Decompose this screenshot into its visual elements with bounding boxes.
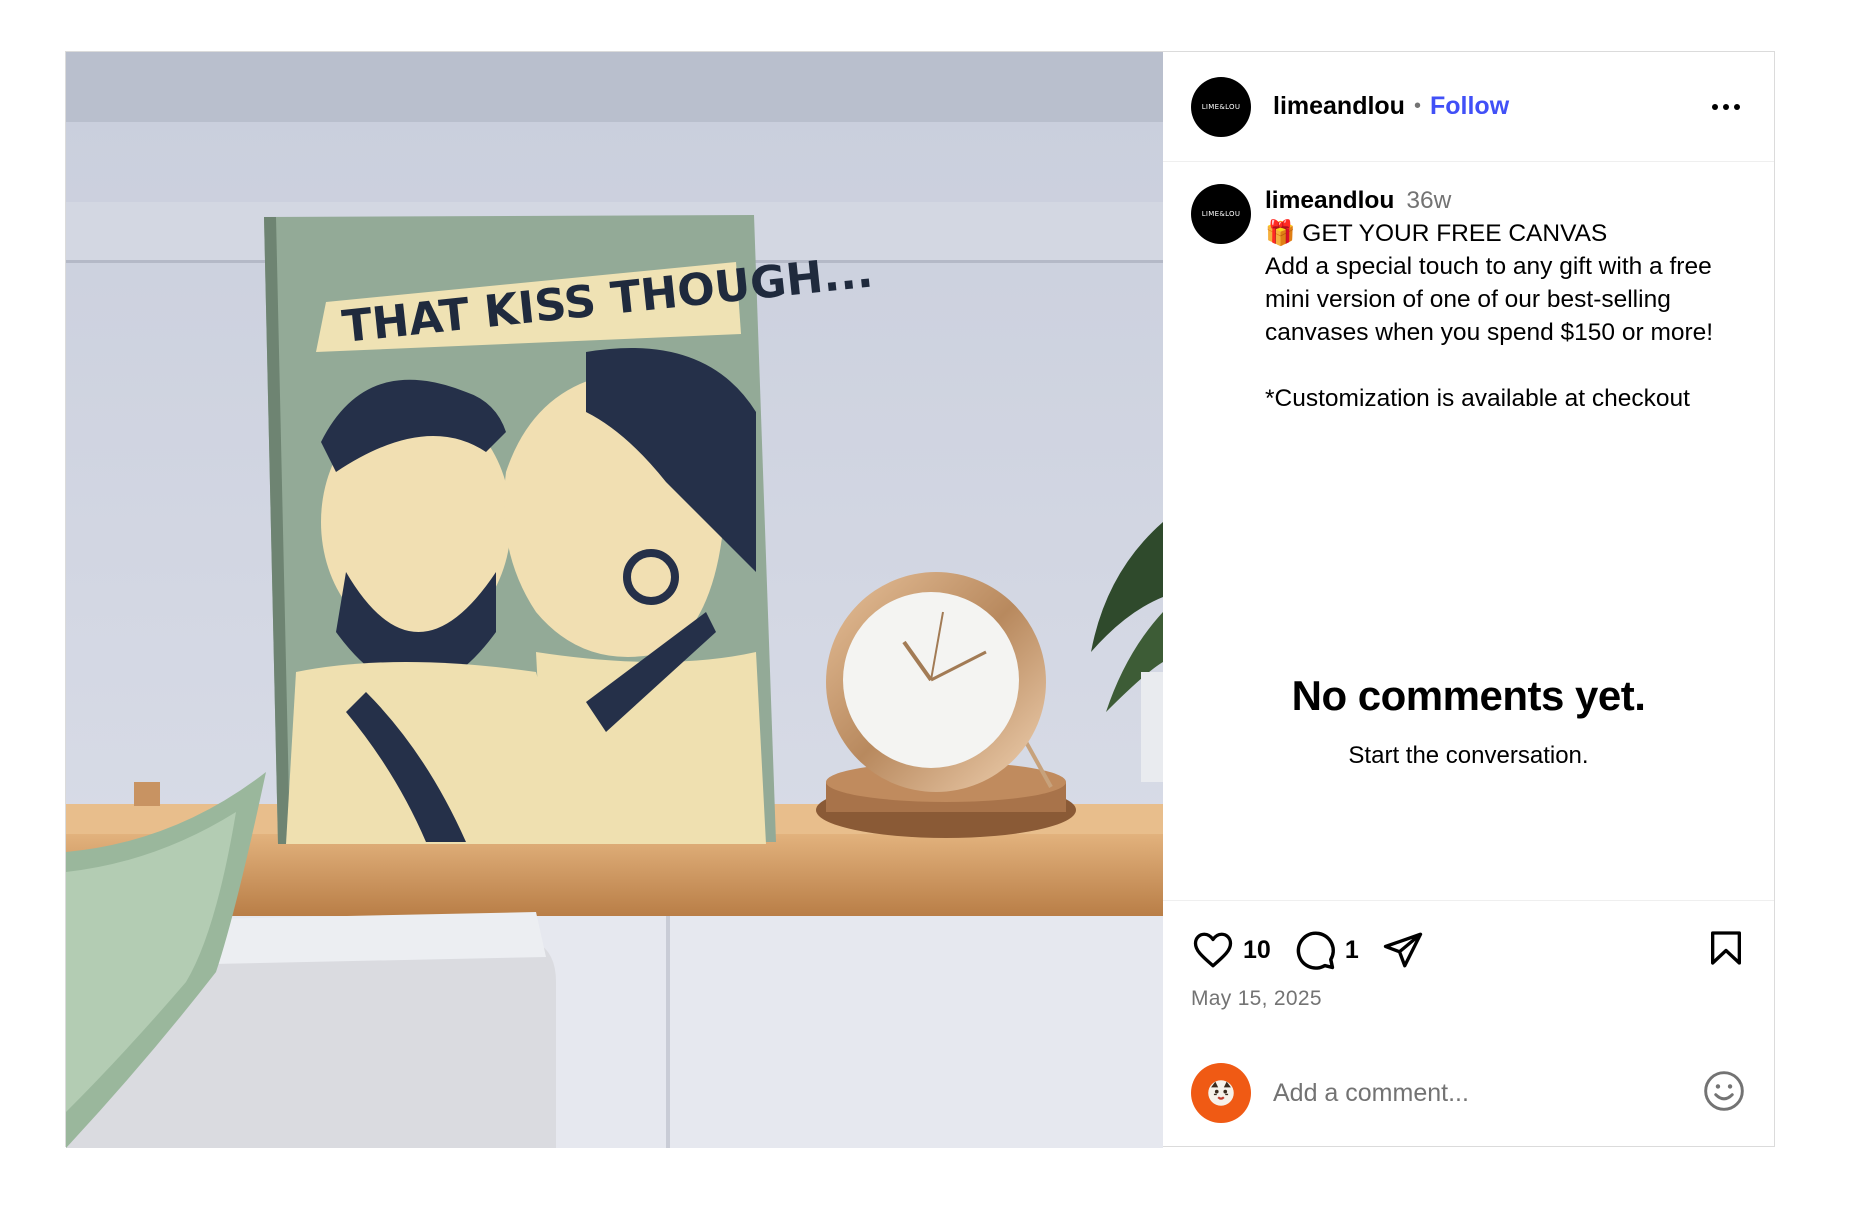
empty-comments-subtitle: Start the conversation. [1348,742,1589,769]
current-user-avatar[interactable] [1191,1063,1251,1123]
caption-line-blank: ​ [1265,349,1735,382]
emoji-icon [1704,1070,1744,1111]
like-button[interactable]: 10 [1191,929,1293,971]
more-options-icon[interactable] [1706,92,1746,122]
empty-comments-title: No comments yet. [1291,672,1646,719]
caption-line: *Customization is available at checkout [1265,385,1690,412]
emoji-button[interactable] [1702,1069,1746,1118]
post-image[interactable]: THAT KISS THOUGH... [66,52,1163,1148]
actions-bar: 10 1 May 15, 2025 [1163,900,1774,1011]
follow-button[interactable]: Follow [1430,92,1509,121]
post-card: THAT KISS THOUGH... LIME&LOU limeandlou … [65,51,1775,1148]
save-button[interactable] [1706,927,1746,974]
avatar-logo-text: LIME&LOU [1201,210,1241,218]
share-icon [1383,932,1422,968]
action-row: 10 1 [1191,925,1746,975]
comment-icon [1296,931,1335,970]
comment-button[interactable]: 1 [1293,928,1381,972]
caption-username[interactable]: limeandlou [1265,187,1394,214]
share-button[interactable] [1381,929,1425,971]
caption: LIME&LOU limeandlou 36w 🎁 GET YOUR FREE C… [1163,162,1774,415]
empty-comments: No comments yet. Start the conversation. [1163,672,1774,770]
caption-line: 🎁 GET YOUR FREE CANVAS [1265,220,1608,247]
post-date[interactable]: May 15, 2025 [1191,987,1746,1011]
post-header: LIME&LOU limeandlou • Follow [1163,52,1774,162]
comment-count: 1 [1344,935,1359,964]
comment-composer [1191,1062,1746,1124]
heart-icon [1193,932,1233,968]
separator-dot: • [1413,95,1421,117]
caption-avatar[interactable]: LIME&LOU [1191,184,1251,244]
caption-time[interactable]: 36w [1406,187,1451,214]
caption-body: limeandlou 36w 🎁 GET YOUR FREE CANVAS Add… [1265,184,1735,415]
avatar-logo-text: LIME&LOU [1201,102,1241,111]
author-username[interactable]: limeandlou [1273,92,1405,121]
post-side-panel: LIME&LOU limeandlou • Follow LIME&LOU li… [1163,52,1774,1146]
author-avatar[interactable]: LIME&LOU [1191,76,1251,137]
bookmark-icon [1711,930,1741,965]
post-photo: THAT KISS THOUGH... [66,52,1163,1148]
caption-line: Add a special touch to any gift with a f… [1265,253,1719,346]
like-count[interactable]: 10 [1243,936,1271,965]
tiger-avatar-icon [1208,1080,1234,1106]
comment-input[interactable] [1273,1078,1692,1108]
